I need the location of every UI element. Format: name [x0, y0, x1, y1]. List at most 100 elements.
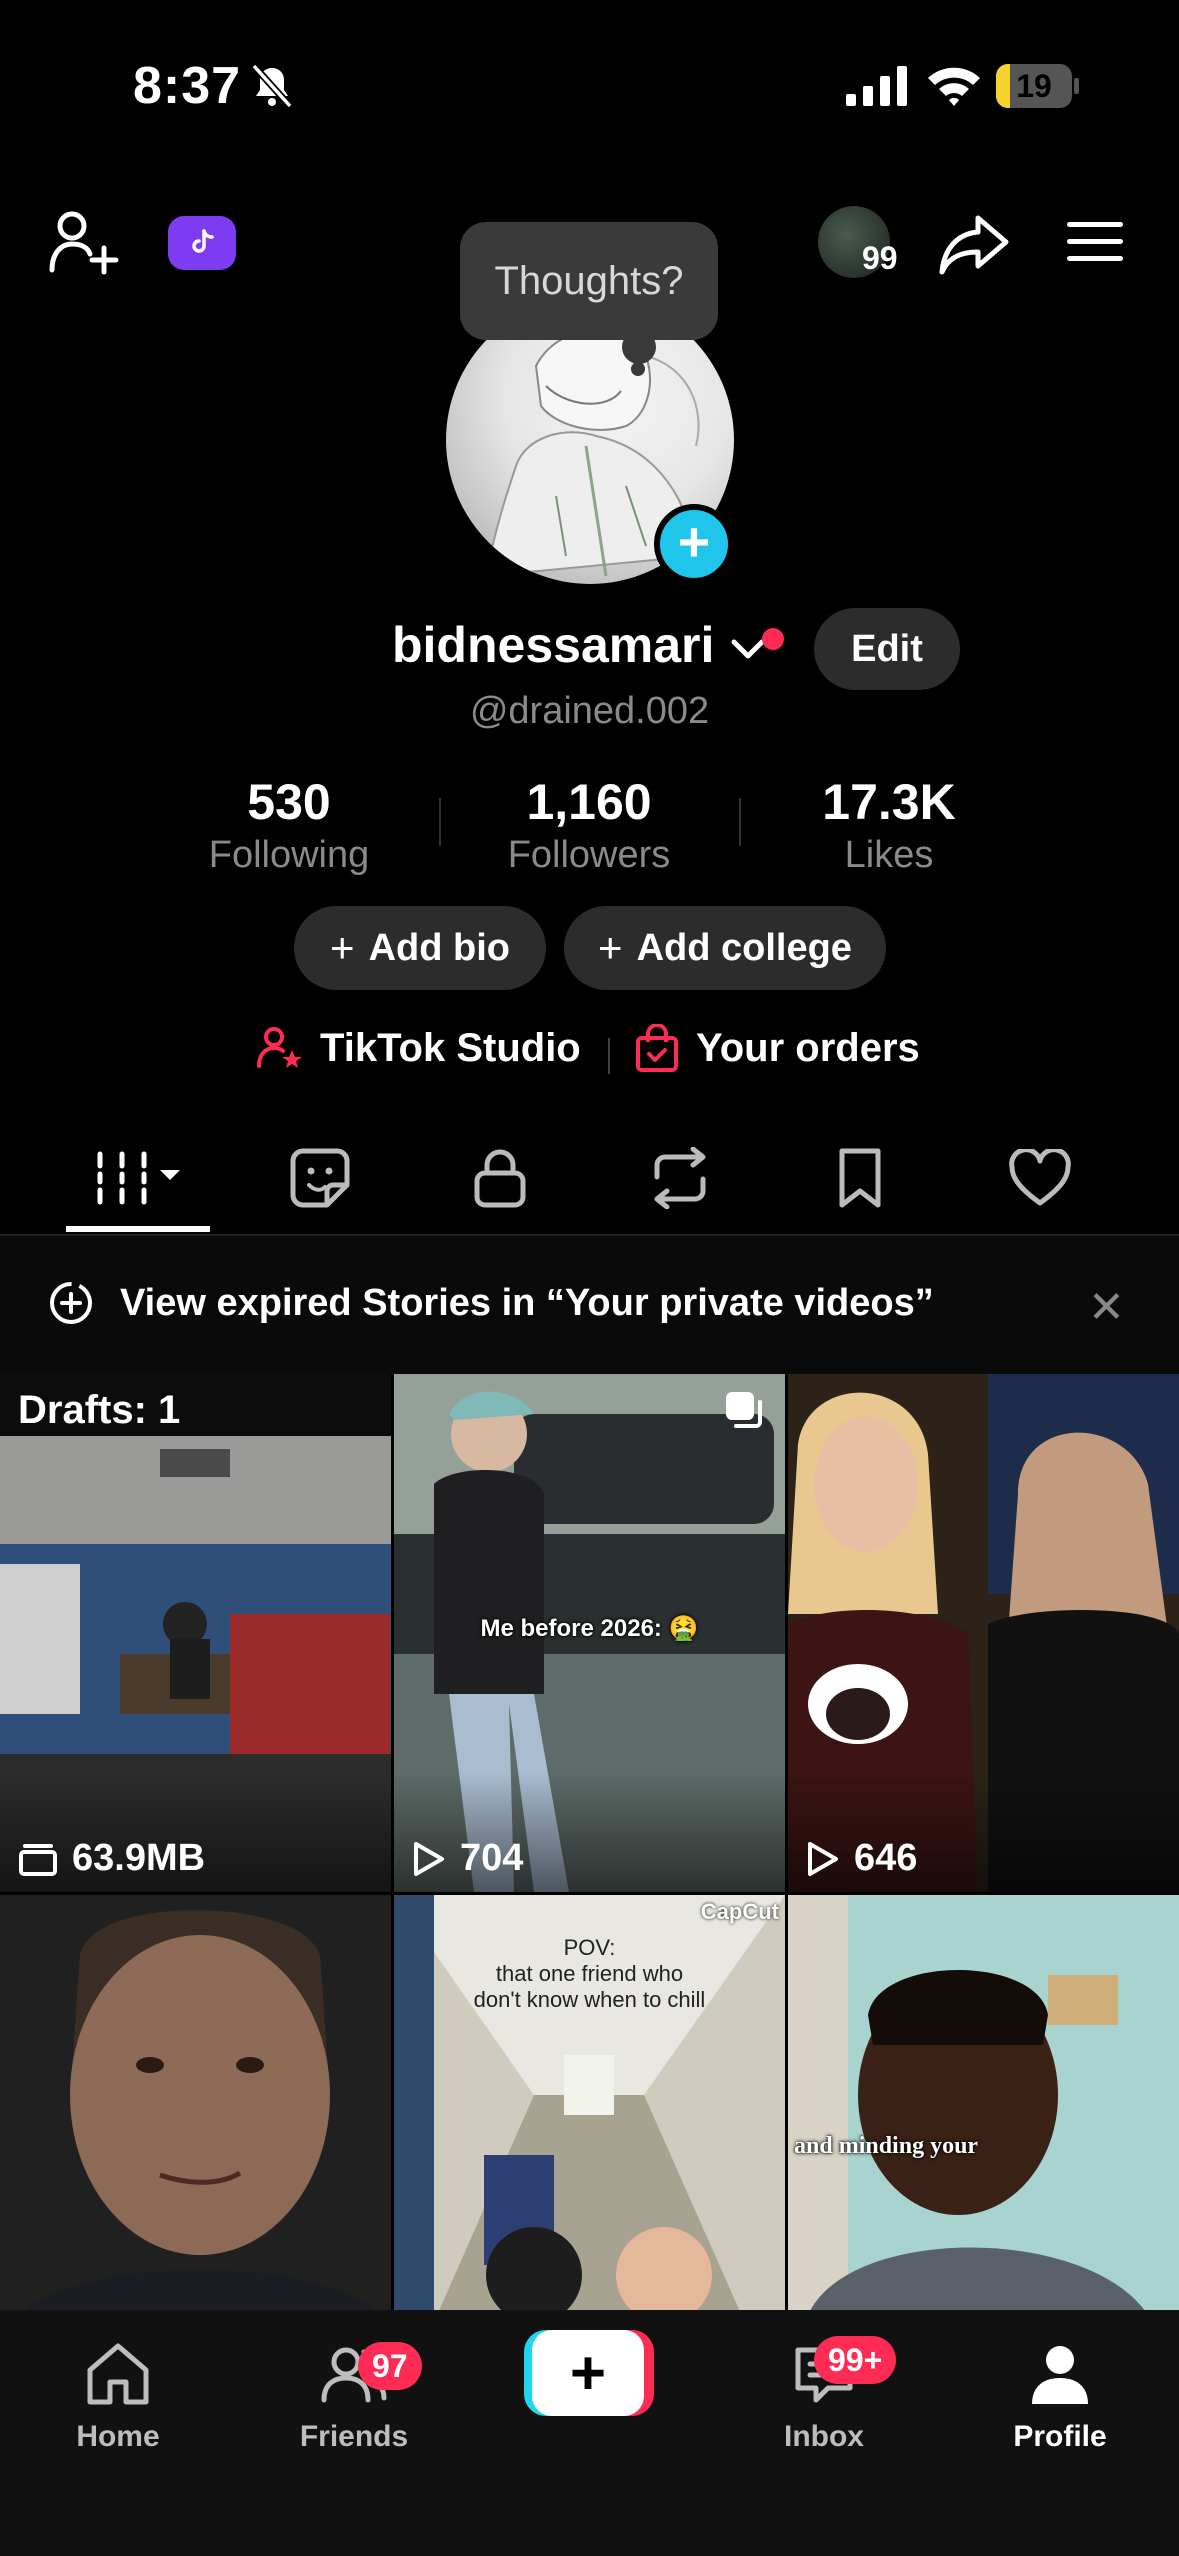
profile-stats: 530 Following 1,160 Followers 17.3K Like… — [0, 772, 1179, 882]
close-icon[interactable]: ✕ — [1088, 1282, 1125, 1333]
video-tile[interactable]: 646 — [788, 1374, 1179, 1892]
nav-inbox-label: Inbox — [784, 2420, 864, 2453]
add-bio-label: Add bio — [368, 926, 510, 969]
nav-profile[interactable]: Profile — [960, 2338, 1160, 2478]
lock-icon — [474, 1149, 526, 1208]
stat-following[interactable]: 530 Following — [139, 772, 439, 878]
chevron-down-icon[interactable] — [730, 634, 766, 664]
plus-icon: + — [330, 924, 355, 971]
plus-icon: + — [598, 924, 623, 971]
share-profile-button[interactable] — [936, 206, 1012, 282]
banner-text: View expired Stories in “Your private vi… — [120, 1282, 934, 1324]
likes-count: 17.3K — [822, 774, 956, 830]
heart-icon — [1009, 1149, 1071, 1206]
silent-bell-icon — [251, 63, 293, 109]
videos-grid-icon — [97, 1151, 180, 1205]
home-icon — [87, 2343, 149, 2405]
tooltip-text: Thoughts? — [494, 258, 684, 303]
expired-stories-banner[interactable]: View expired Stories in “Your private vi… — [0, 1236, 1179, 1374]
active-tab-indicator — [66, 1226, 210, 1232]
tab-reposts[interactable] — [610, 1128, 750, 1228]
drafts-label: Drafts: 1 — [0, 1374, 391, 1436]
draft-size: 63.9MB — [18, 1837, 205, 1880]
add-story-button[interactable]: + — [654, 504, 734, 584]
tooltip-bubble-tail — [622, 330, 656, 364]
bookmark-icon — [839, 1148, 881, 1208]
view-count: 704 — [412, 1837, 523, 1880]
video-caption: POV: that one friend who don't know when… — [473, 1935, 706, 2012]
plus-icon: + — [677, 510, 711, 573]
nav-friends[interactable]: Friends 97 — [254, 2338, 454, 2478]
your-orders-link[interactable]: Your orders — [634, 1024, 920, 1072]
tab-stickers[interactable] — [250, 1128, 390, 1228]
menu-button[interactable] — [1064, 214, 1126, 270]
nav-home-label: Home — [76, 2420, 160, 2453]
tooltip-bubble-dot — [631, 362, 645, 376]
video-tile[interactable]: Me before 2026: 🤮 704 — [394, 1374, 785, 1892]
nav-friends-label: Friends — [299, 2420, 409, 2453]
tiktok-studio-label: TikTok Studio — [320, 1025, 581, 1070]
add-bio-button[interactable]: + Add bio — [294, 906, 546, 990]
capcut-watermark: CapCut — [700, 1899, 779, 1924]
tiktok-studio-link[interactable]: TikTok Studio — [256, 1024, 581, 1072]
row-divider — [608, 1038, 610, 1074]
activity-count: 99 — [862, 240, 898, 276]
profile-icon — [1032, 2346, 1088, 2404]
status-time: 8:37 — [133, 57, 242, 115]
nav-inbox[interactable]: Inbox 99+ — [724, 2336, 924, 2478]
inbox-badge: 99+ — [814, 2336, 897, 2384]
video-grid: Drafts: 1 63.9MB Me before 2026: 🤮 704 6… — [0, 1374, 1179, 2413]
draft-video-tile[interactable]: Drafts: 1 63.9MB — [0, 1374, 391, 1892]
account-notification-dot — [762, 628, 784, 650]
display-name[interactable]: bidnessamari — [392, 616, 714, 674]
edit-profile-button[interactable]: Edit — [814, 608, 960, 690]
hamburger-menu-icon — [1067, 222, 1123, 261]
add-college-button[interactable]: + Add college — [564, 906, 886, 990]
cellular-signal-icon — [846, 66, 907, 106]
tab-favorites[interactable] — [790, 1128, 930, 1228]
tiktok-promo-button[interactable] — [168, 216, 236, 270]
battery-indicator: 19 — [996, 64, 1079, 108]
stories-plus-icon — [50, 1282, 92, 1324]
profile-name-row: bidnessamari — [0, 616, 1179, 686]
drafts-stack-icon — [19, 1843, 57, 1876]
following-count: 530 — [247, 774, 331, 830]
tiktok-note-icon — [192, 229, 214, 253]
nav-home[interactable]: Home — [18, 2338, 218, 2478]
nav-profile-label: Profile — [1013, 2420, 1107, 2453]
battery-percent: 19 — [1016, 68, 1052, 104]
status-bar: 8:37 19 — [0, 0, 1179, 175]
tab-liked[interactable] — [970, 1128, 1110, 1228]
add-friend-button[interactable] — [44, 206, 124, 282]
followers-count: 1,160 — [526, 774, 652, 830]
thoughts-tooltip[interactable]: Thoughts? — [460, 222, 718, 340]
wifi-icon — [928, 67, 980, 106]
add-college-label: Add college — [636, 926, 852, 969]
create-video-button[interactable]: + — [524, 2330, 654, 2416]
likes-label: Likes — [844, 834, 934, 876]
sticker-icon — [290, 1148, 350, 1208]
tab-private[interactable] — [430, 1128, 570, 1228]
studio-person-star-icon — [257, 1027, 302, 1068]
video-caption: Me before 2026: 🤮 — [480, 1615, 699, 1642]
video-caption: and minding your — [794, 2133, 979, 2159]
tab-videos[interactable] — [68, 1128, 208, 1228]
profile-content-tabs — [0, 1128, 1179, 1236]
play-icon — [414, 1841, 444, 1876]
add-person-icon — [49, 211, 119, 275]
shopping-bag-icon — [636, 1024, 678, 1072]
user-handle: @drained.002 — [469, 690, 710, 732]
share-arrow-icon — [939, 215, 1009, 275]
stat-followers[interactable]: 1,160 Followers — [439, 772, 739, 878]
creator-tools-row: TikTok Studio Your orders — [0, 1024, 1179, 1084]
stat-likes[interactable]: 17.3K Likes — [739, 772, 1039, 878]
plus-icon: + — [532, 2330, 644, 2416]
repost-icon — [654, 1147, 706, 1209]
followers-label: Followers — [507, 834, 671, 876]
view-count: 646 — [806, 1837, 917, 1880]
friends-badge: 97 — [358, 2342, 422, 2390]
following-label: Following — [208, 834, 370, 876]
multi-clip-icon — [726, 1392, 762, 1428]
play-icon — [808, 1841, 838, 1876]
your-orders-label: Your orders — [696, 1025, 920, 1070]
